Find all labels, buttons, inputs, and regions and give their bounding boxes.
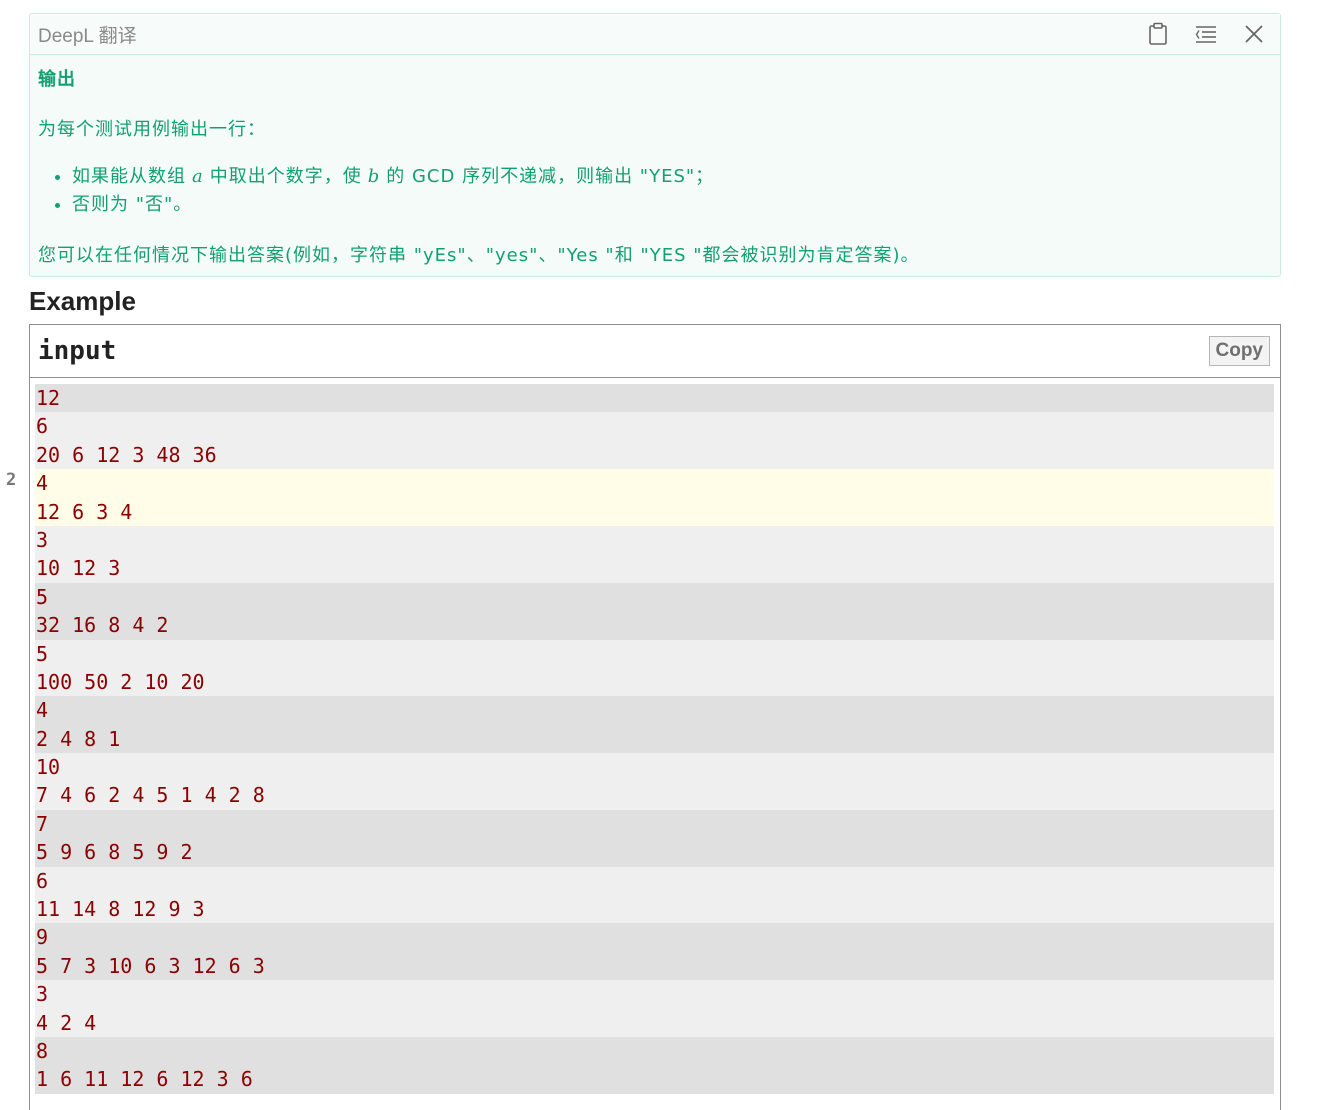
input-line: 6 [35,412,1274,441]
input-line: 4 2 4 [35,1008,1274,1037]
input-line: 3 [35,980,1274,1009]
input-body[interactable]: 12 6 20 6 12 3 48 36 4 12 6 3 4 3 10 12 3 5 32 1… [35,384,1274,1094]
math-var-a: a [192,166,204,187]
input-line: 2 4 8 1 [35,724,1274,754]
bullet-text: 否则为 "否"。 [72,194,193,215]
note-text: 您可以在任何情况下输出答案(例如，字符串 "yEs"、"yes"、"Yes "和… [38,245,920,266]
intro-text: 为每个测试用例输出一行： [38,119,266,140]
input-line: 12 [35,384,1274,413]
input-line: 32 16 8 4 2 [35,611,1274,640]
example-heading: Example [29,286,136,316]
bullet-list: 如果能从数组 a中取出个数字，使b的 GCD 序列不递减，则输出 "YES"； 否… [38,163,1272,219]
bullet-item: 否则为 "否"。 [72,191,1272,219]
input-line: 10 12 3 [35,554,1274,583]
testcase-gutter-number: 2 [6,470,17,490]
bullet-text: 中取出个数字，使 [209,166,362,187]
example-input-box: input Copy 12 6 20 6 12 3 48 36 4 12 6 3 431… [29,324,1281,1110]
input-line: 7 4 6 2 4 5 1 4 2 8 [35,781,1274,810]
input-line: 3 [35,525,1274,555]
deepl-translation-panel: DeepL 翻译 输出 为每个测试用例输出一行： • 如果能从数组 a 中取出个… [29,13,1281,277]
input-line: 100 50 2 10 20 [35,667,1274,697]
clipboard-icon[interactable] [1146,22,1170,46]
input-line: 20 6 12 3 48 36 [35,440,1274,470]
math-var-b: b [367,166,381,187]
input-line: 8 [35,1036,1274,1066]
deepl-translation-body: 输出 为每个测试用例输出一行： 如果能从数组 a中取出个数字，使b的 GCD 序列… [30,55,1280,277]
bullet-item: 如果能从数组 a中取出个数字，使b的 GCD 序列不递减，则输出 "YES"； [72,163,1272,191]
input-line: 4 [35,696,1274,725]
bullet-text: 的 GCD 序列不递减，则输出 "YES"； [386,166,715,187]
close-icon[interactable] [1242,22,1266,46]
input-line: 10 [35,753,1274,782]
bullet-text: 如果能从数组 [72,166,186,187]
input-header: input Copy [30,325,1280,378]
input-line: 4 [35,469,1274,498]
input-line: 5 [35,582,1274,612]
page: DeepL 翻译 输出 为每个测试用例输出一行： • 如果能从数组 a 中取出个… [0,0,1341,1110]
deepl-header: DeepL 翻译 [30,14,1280,55]
deepl-title: DeepL 翻译 [38,25,137,47]
input-line: 5 7 3 10 6 3 12 6 3 [35,951,1274,981]
lines-menu-icon[interactable] [1194,22,1218,46]
input-line: 1 6 11 12 6 12 3 6 [35,1065,1274,1094]
section-title: 输出 [38,69,76,90]
input-line: 9 [35,923,1274,952]
input-line: 11 14 8 12 9 3 [35,895,1274,924]
input-line: 7 [35,809,1274,839]
input-title: input [38,336,117,366]
input-line: 5 9 6 8 5 9 2 [35,838,1274,867]
input-line: 6 [35,866,1274,896]
input-line: 12 6 3 4 [35,497,1274,526]
input-line: 5 [35,639,1274,668]
deepl-toolbar [1146,22,1272,46]
copy-button[interactable]: Copy [1208,336,1270,366]
